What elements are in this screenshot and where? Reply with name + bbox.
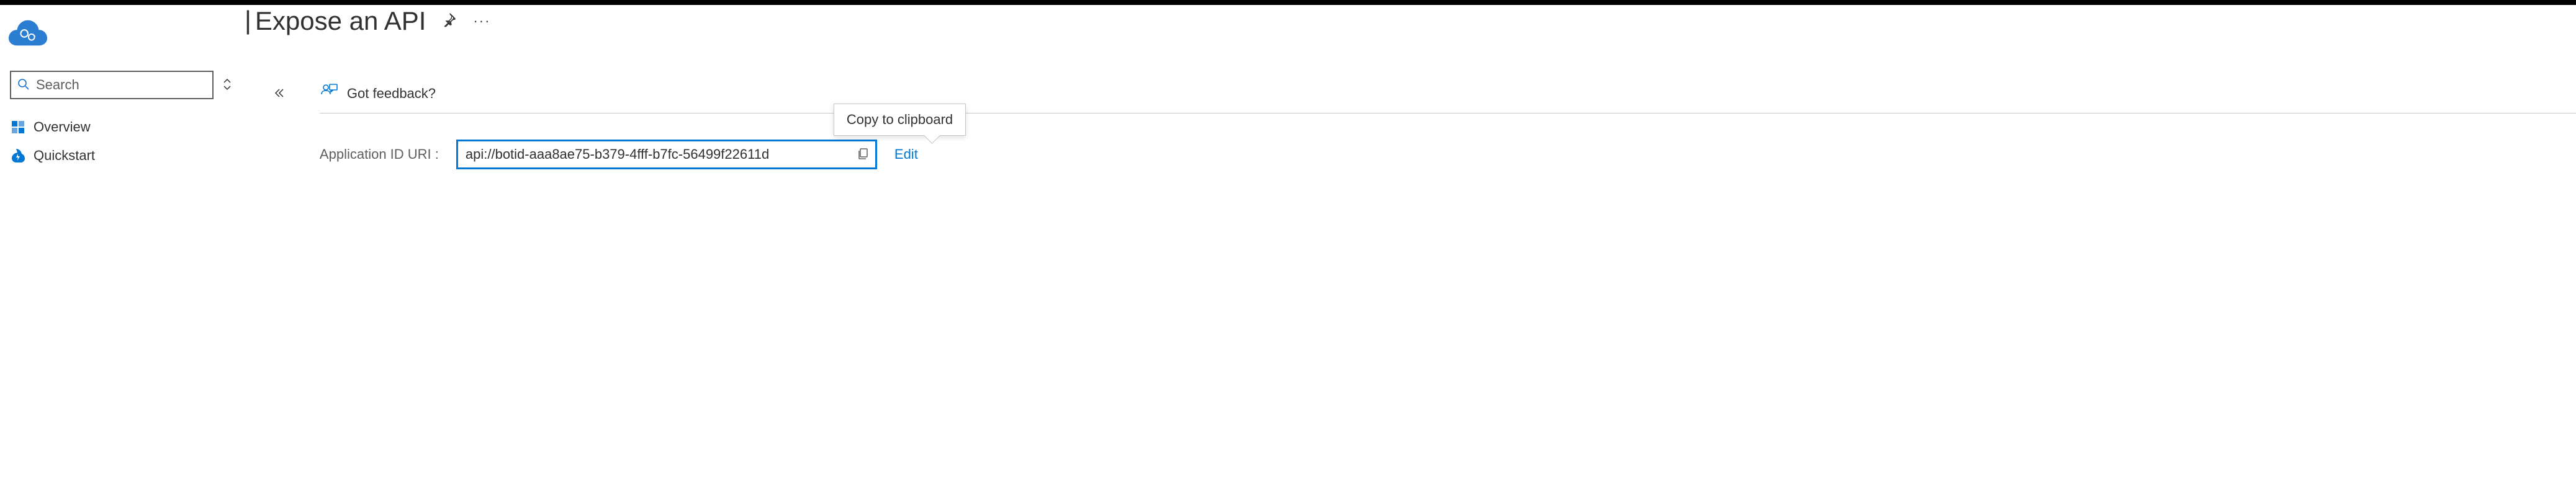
- search-box[interactable]: [10, 71, 214, 99]
- more-icon[interactable]: ···: [473, 13, 490, 29]
- expand-collapse-icon[interactable]: [220, 74, 235, 96]
- app-id-uri-value: api://botid-aaa8ae75-b379-4fff-b7fc-5649…: [466, 146, 852, 162]
- azure-cloud-icon: [9, 19, 47, 48]
- edit-link[interactable]: Edit: [894, 146, 918, 162]
- got-feedback-button[interactable]: Got feedback?: [320, 83, 436, 104]
- collapse-panel-icon[interactable]: [272, 87, 285, 101]
- overview-icon: [11, 120, 25, 134]
- feedback-label: Got feedback?: [347, 86, 436, 102]
- feedback-icon: [320, 83, 338, 104]
- pin-icon[interactable]: [442, 13, 457, 30]
- copy-tooltip: Copy to clipboard: [834, 104, 966, 136]
- quickstart-icon: [11, 149, 25, 162]
- sidebar-item-label: Quickstart: [34, 148, 95, 164]
- sidebar-item-quickstart[interactable]: Quickstart: [0, 141, 242, 170]
- app-id-uri-label: Application ID URI :: [320, 146, 439, 162]
- search-input[interactable]: [36, 77, 206, 93]
- sidebar-item-label: Overview: [34, 119, 91, 135]
- search-icon: [17, 78, 30, 92]
- title-separator: |: [242, 5, 255, 498]
- app-id-uri-field[interactable]: api://botid-aaa8ae75-b379-4fff-b7fc-5649…: [456, 140, 877, 169]
- page-title: Expose an API: [255, 6, 426, 36]
- copy-icon[interactable]: [857, 147, 870, 162]
- sidebar-item-overview[interactable]: Overview: [0, 113, 242, 141]
